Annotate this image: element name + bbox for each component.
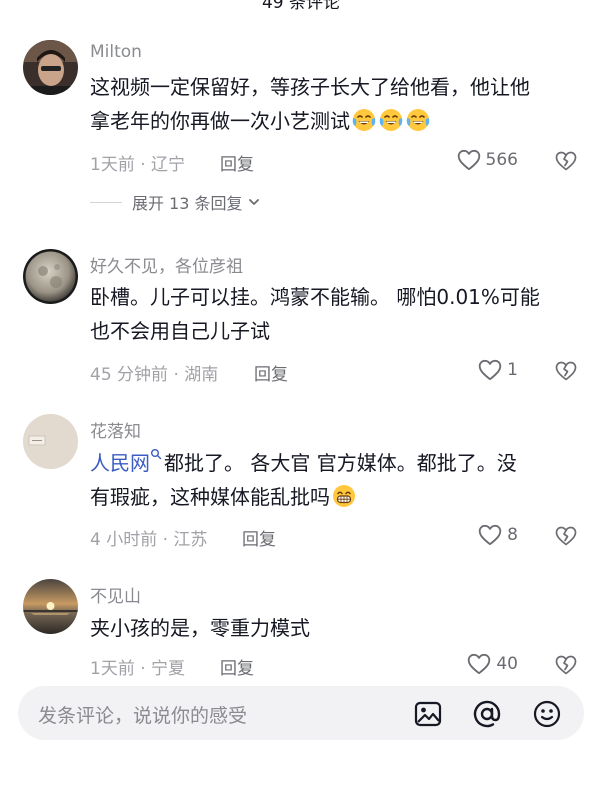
broken-heart-icon[interactable] (554, 149, 578, 173)
expand-replies-label: 展开 13 条回复 (132, 194, 243, 213)
comment-input[interactable]: 发条评论，说说你的感受 (38, 701, 247, 728)
like-button[interactable]: 40 (466, 651, 518, 677)
like-count: 1 (507, 360, 518, 380)
username[interactable]: 花落知 (90, 417, 141, 442)
comment-meta: 45 分钟前 · 湖南 (90, 365, 219, 385)
comment-text-line: 卧槽。儿子可以挂。鸿蒙不能输。 哪怕0.01%可能 (90, 285, 540, 309)
heart-icon (466, 651, 492, 677)
comment-text-line-content: 拿老年的你再做一次小艺测试 (90, 109, 350, 133)
comment-meta: 4 小时前 · 江苏 (90, 530, 208, 550)
comment-text-line-content: 都批了。 各大官 官方媒体。都批了。没 (164, 451, 517, 475)
reply-button[interactable]: 回复 (220, 150, 254, 175)
like-button[interactable]: 566 (456, 147, 518, 173)
comment-text-line: 也不会用自己儿子试 (90, 319, 270, 343)
comment-text-line: 有瑕疵，这种媒体能乱批吗 (90, 480, 580, 514)
comment-text-line: 夹小孩的是，零重力模式 (90, 616, 310, 640)
reply-button[interactable]: 回复 (220, 654, 254, 679)
avatar[interactable] (23, 579, 78, 634)
comment-text: 卧槽。儿子可以挂。鸿蒙不能输。 哪怕0.01%可能 也不会用自己儿子试 (90, 280, 580, 348)
like-button[interactable]: 8 (477, 522, 518, 548)
smile-icon[interactable] (532, 699, 562, 729)
laugh-cry-emoji (405, 107, 431, 133)
laugh-cry-emoji (351, 107, 377, 133)
comments-count-title: 49 条评论 (261, 0, 341, 12)
chevron-down-icon (248, 199, 259, 205)
comment-text-line: 人民网 都批了。 各大官 官方媒体。都批了。没 (90, 446, 580, 480)
comment-meta: 1天前 · 宁夏 (90, 659, 186, 679)
comment-meta: 1天前 · 辽宁 (90, 155, 186, 175)
comment-text-line-content: 有瑕疵，这种媒体能乱批吗 (90, 485, 330, 509)
image-icon[interactable] (413, 699, 443, 729)
reply-button[interactable]: 回复 (242, 525, 276, 550)
laugh-cry-emoji (378, 107, 404, 133)
username[interactable]: Milton (90, 42, 142, 62)
broken-heart-icon[interactable] (554, 524, 578, 548)
search-icon[interactable] (150, 448, 162, 460)
heart-icon (477, 522, 503, 548)
divider (90, 201, 122, 203)
heart-icon (456, 147, 482, 173)
like-count: 40 (496, 654, 518, 674)
broken-heart-icon[interactable] (554, 653, 578, 677)
username[interactable]: 好久不见，各位彦祖 (90, 252, 243, 277)
avatar[interactable] (23, 40, 78, 95)
mention-link[interactable]: 人民网 (90, 451, 150, 475)
reply-button[interactable]: 回复 (254, 360, 288, 385)
username[interactable]: 不见山 (90, 582, 141, 607)
comment-text: 这视频一定保留好，等孩子长大了给他看，他让他 拿老年的你再做一次小艺测试 (90, 70, 580, 138)
comment-text: 夹小孩的是，零重力模式 (90, 611, 580, 645)
expand-replies-button[interactable]: 展开 13 条回复 (90, 190, 261, 214)
avatar[interactable] (23, 249, 78, 304)
like-count: 8 (507, 525, 518, 545)
grin-emoji (331, 483, 357, 509)
comment-text-line: 拿老年的你再做一次小艺测试 (90, 104, 580, 138)
like-button[interactable]: 1 (477, 357, 518, 383)
broken-heart-icon[interactable] (554, 359, 578, 383)
avatar[interactable] (23, 414, 78, 469)
comment-text: 人民网 都批了。 各大官 官方媒体。都批了。没 有瑕疵，这种媒体能乱批吗 (90, 446, 580, 514)
like-count: 566 (485, 150, 518, 170)
heart-icon (477, 357, 503, 383)
comment-input-bar[interactable]: 发条评论，说说你的感受 (18, 686, 584, 740)
bottom-safe-area (0, 740, 602, 800)
comment-text-line: 这视频一定保留好，等孩子长大了给他看，他让他 (90, 75, 530, 99)
at-icon[interactable] (472, 699, 502, 729)
